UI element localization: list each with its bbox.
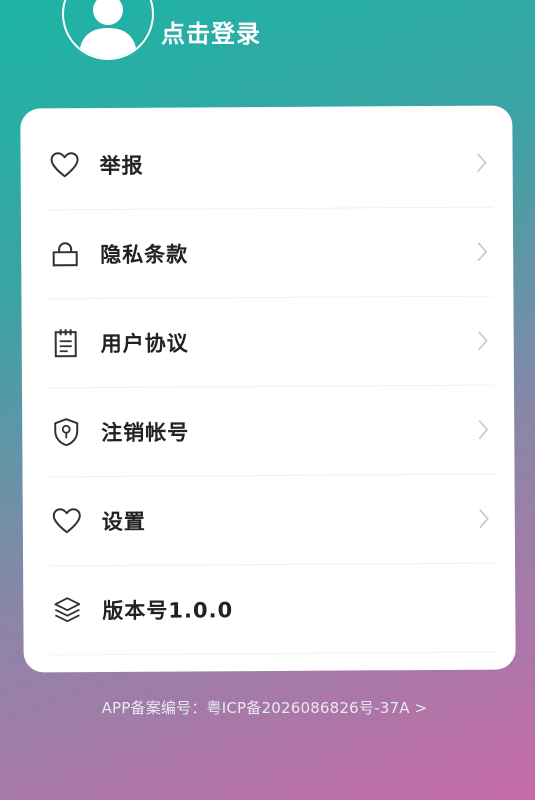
icp-record-link[interactable]: APP备案编号：粤ICP备2026086826号-37A > xyxy=(0,697,532,718)
menu-item-label: 举报 xyxy=(99,153,144,179)
chevron-right-icon xyxy=(475,241,489,263)
menu-item-settings[interactable]: 设置 xyxy=(49,474,496,567)
chevron-right-icon xyxy=(475,152,489,174)
version-label: 版本号1.0.0 xyxy=(102,598,234,624)
menu-item-label: 设置 xyxy=(101,509,146,535)
menu-item-report[interactable]: 举报 xyxy=(47,118,493,211)
login-link[interactable]: 点击登录 xyxy=(161,14,261,49)
menu-item-version: 版本号1.0.0 xyxy=(50,563,496,656)
shield-key-icon xyxy=(49,415,83,449)
profile-header[interactable]: 点击登录 xyxy=(62,0,261,60)
chevron-right-icon xyxy=(476,330,490,352)
layers-icon xyxy=(50,593,84,627)
chevron-right-icon xyxy=(476,419,490,441)
menu-item-label: 用户协议 xyxy=(100,331,189,357)
settings-menu-card: 举报 隐私条款 用户协议 注销帐号 设置 版本号1.0.0 xyxy=(20,105,516,673)
chevron-right-icon xyxy=(477,508,491,530)
notepad-icon xyxy=(49,326,83,360)
menu-item-label: 注销帐号 xyxy=(101,420,190,446)
heart-icon xyxy=(50,504,84,538)
heart-icon xyxy=(48,148,82,182)
user-avatar-icon[interactable] xyxy=(62,0,154,60)
menu-item-label: 隐私条款 xyxy=(100,242,189,268)
lock-icon xyxy=(48,237,82,271)
menu-item-delete-account[interactable]: 注销帐号 xyxy=(48,385,495,478)
menu-item-privacy[interactable]: 隐私条款 xyxy=(47,207,494,300)
menu-item-user-agreement[interactable]: 用户协议 xyxy=(48,296,494,389)
